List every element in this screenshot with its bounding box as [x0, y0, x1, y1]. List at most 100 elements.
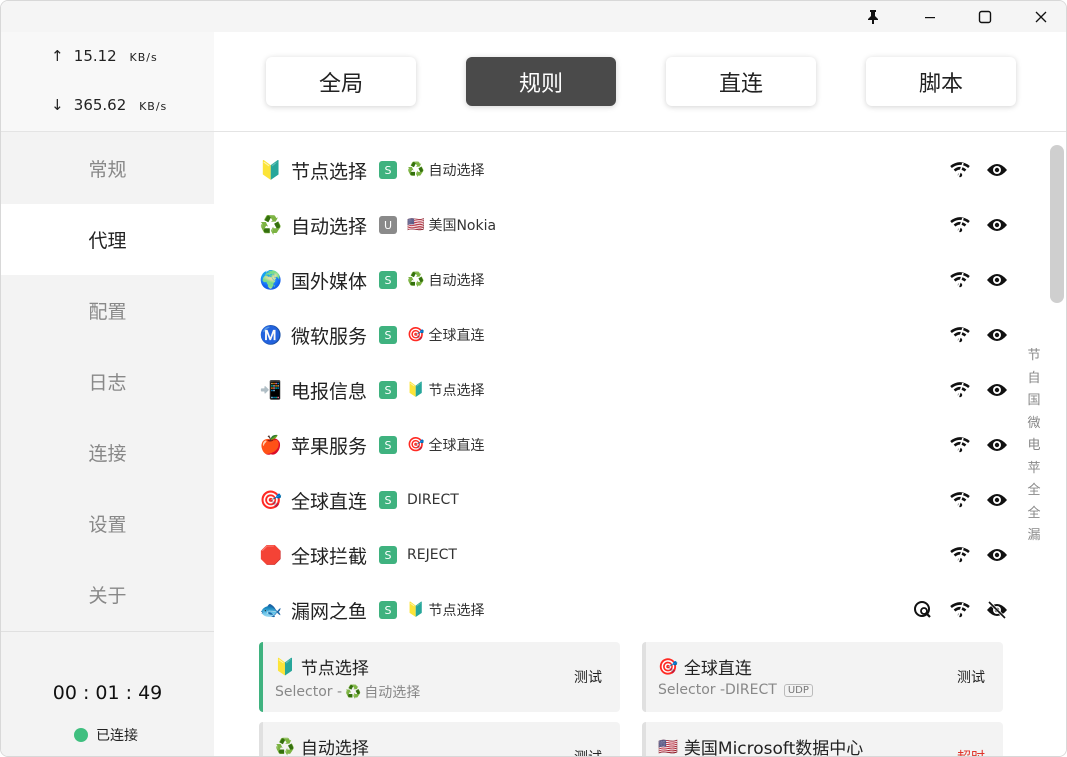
- sidebar-item-connections[interactable]: 连接: [1, 417, 214, 488]
- proxy-name: 自动选择: [300, 739, 369, 757]
- test-button[interactable]: 测试: [574, 747, 602, 756]
- proxy-emoji-icon: ♻️: [275, 737, 295, 756]
- group-index-item[interactable]: 电: [1024, 434, 1044, 457]
- group-current-proxy: 🎯 全球直连: [407, 325, 484, 345]
- toggle-visibility-button[interactable]: [985, 433, 1009, 457]
- uptime-timer: 00 : 01 : 49: [52, 682, 163, 704]
- minimize-button[interactable]: [907, 1, 953, 32]
- proxy-group-row[interactable]: 🛑 全球拦截 S REJECT: [259, 540, 1009, 570]
- sidebar-item-logs[interactable]: 日志: [1, 346, 214, 417]
- latency-test-button[interactable]: [948, 543, 972, 567]
- sidebar-item-proxy[interactable]: 代理: [1, 204, 214, 275]
- proxy-group-row[interactable]: 📲 电报信息 S 🔰 节点选择: [259, 375, 1009, 405]
- mode-script-button[interactable]: 脚本: [866, 57, 1016, 106]
- proxy-group-row[interactable]: 🐟 漏网之鱼 S 🔰 节点选择: [259, 595, 1009, 625]
- proxy-group-row[interactable]: 🎯 全球直连 S DIRECT: [259, 485, 1009, 515]
- latency-test-icon: [950, 162, 970, 179]
- close-button[interactable]: [1018, 1, 1064, 32]
- toggle-visibility-button[interactable]: [985, 543, 1009, 567]
- latency-test-button[interactable]: [948, 488, 972, 512]
- sidebar-item-general[interactable]: 常规: [1, 133, 214, 204]
- group-index-item[interactable]: 全: [1024, 502, 1044, 525]
- scrollbar-thumb[interactable]: [1050, 145, 1064, 303]
- group-name: 全球直连: [291, 490, 368, 513]
- sidebar-item-about[interactable]: 关于: [1, 559, 214, 630]
- upload-speed: ↑ 15.12 KB/s: [51, 47, 158, 65]
- current-proxy-name: 美国Nokia: [428, 218, 497, 234]
- current-proxy-emoji-icon: 🔰: [407, 382, 425, 398]
- download-arrow-icon: ↓: [51, 96, 64, 114]
- toggle-visibility-button[interactable]: [985, 378, 1009, 402]
- proxy-card[interactable]: ♻️ 自动选择 测试: [259, 722, 620, 757]
- group-type-badge: S: [379, 381, 398, 399]
- traffic-panel: ↑ 15.12 KB/s ↓ 365.62 KB/s: [1, 32, 214, 132]
- proxy-card-subtitle: Selector - ♻️ 自动选择: [275, 682, 420, 702]
- latency-test-icon: [950, 492, 970, 509]
- sidebar-item-profiles[interactable]: 配置: [1, 275, 214, 346]
- proxy-sub-name: 自动选择: [364, 685, 421, 701]
- toggle-visibility-button[interactable]: [985, 268, 1009, 292]
- pin-button[interactable]: [850, 1, 896, 32]
- connection-status: 已连接: [74, 725, 138, 745]
- latency-test-button[interactable]: [948, 378, 972, 402]
- group-actions: [935, 213, 1009, 237]
- toggle-visibility-button[interactable]: [985, 323, 1009, 347]
- maximize-button[interactable]: [962, 1, 1008, 32]
- group-index-item[interactable]: 漏: [1024, 524, 1044, 547]
- sidebar-item-settings[interactable]: 设置: [1, 488, 214, 559]
- latency-test-icon: [950, 327, 970, 344]
- toggle-visibility-button[interactable]: [985, 158, 1009, 182]
- group-actions: [935, 543, 1009, 567]
- group-name: 电报信息: [291, 380, 368, 403]
- latency-test-button[interactable]: [948, 323, 972, 347]
- proxy-card[interactable]: 🎯 全球直连 Selector - DIRECT UDP 测试: [642, 642, 1003, 712]
- proxy-group-row[interactable]: Ⓜ️ 微软服务 S 🎯 全球直连: [259, 320, 1009, 350]
- locate-button[interactable]: [911, 598, 935, 622]
- current-proxy-emoji-icon: 🔰: [407, 602, 425, 618]
- eye-off-icon: [987, 601, 1007, 619]
- group-index-item[interactable]: 自: [1024, 367, 1044, 390]
- group-name: 苹果服务: [291, 435, 368, 458]
- latency-test-button[interactable]: [948, 433, 972, 457]
- proxy-group-row[interactable]: 🍎 苹果服务 S 🎯 全球直连: [259, 430, 1009, 460]
- toggle-visibility-button[interactable]: [985, 213, 1009, 237]
- group-emoji-icon: Ⓜ️: [259, 324, 283, 346]
- mode-direct-button[interactable]: 直连: [666, 57, 816, 106]
- eye-icon: [987, 439, 1007, 451]
- latency-test-button[interactable]: [948, 158, 972, 182]
- test-button[interactable]: 测试: [957, 667, 985, 687]
- latency-test-button[interactable]: [948, 268, 972, 292]
- close-icon: [1035, 11, 1047, 22]
- group-index-item[interactable]: 微: [1024, 412, 1044, 435]
- proxy-emoji-icon: 🎯: [658, 657, 678, 676]
- group-index-item[interactable]: 全: [1024, 479, 1044, 502]
- proxy-card-title: ♻️ 自动选择: [275, 734, 369, 757]
- group-actions: [935, 488, 1009, 512]
- mode-rule-button[interactable]: 规则: [466, 57, 616, 106]
- status-panel: 00 : 01 : 49 已连接: [1, 631, 214, 756]
- group-emoji-icon: 📲: [259, 379, 283, 401]
- group-index-item[interactable]: 苹: [1024, 457, 1044, 480]
- current-proxy-name: DIRECT: [407, 492, 459, 508]
- proxy-group-row[interactable]: ♻️ 自动选择 U 🇺🇸 美国Nokia: [259, 210, 1009, 240]
- latency-test-button[interactable]: [948, 213, 972, 237]
- group-type-badge: S: [379, 326, 398, 344]
- group-name: 自动选择: [291, 215, 368, 238]
- group-name: 微软服务: [291, 325, 368, 348]
- mode-global-button[interactable]: 全局: [266, 57, 416, 106]
- group-name: 全球拦截: [291, 545, 368, 568]
- current-proxy-name: 自动选择: [428, 273, 485, 289]
- proxy-card[interactable]: 🔰 节点选择 Selector - ♻️ 自动选择 测试: [259, 642, 620, 712]
- group-index: 节自国微电苹全全漏: [1024, 344, 1044, 547]
- toggle-visibility-button[interactable]: [985, 488, 1009, 512]
- test-button[interactable]: 测试: [574, 667, 602, 687]
- toggle-visibility-button[interactable]: [985, 598, 1009, 622]
- group-index-item[interactable]: 国: [1024, 389, 1044, 412]
- group-emoji-icon: 🐟: [259, 599, 283, 621]
- group-index-item[interactable]: 节: [1024, 344, 1044, 367]
- latency-test-button[interactable]: [948, 598, 972, 622]
- proxy-card[interactable]: 🇺🇸 美国Microsoft数据中心 超时: [642, 722, 1003, 756]
- eye-icon: [987, 219, 1007, 231]
- proxy-group-row[interactable]: 🔰 节点选择 S ♻️ 自动选择: [259, 155, 1009, 185]
- proxy-group-row[interactable]: 🌍 国外媒体 S ♻️ 自动选择: [259, 265, 1009, 295]
